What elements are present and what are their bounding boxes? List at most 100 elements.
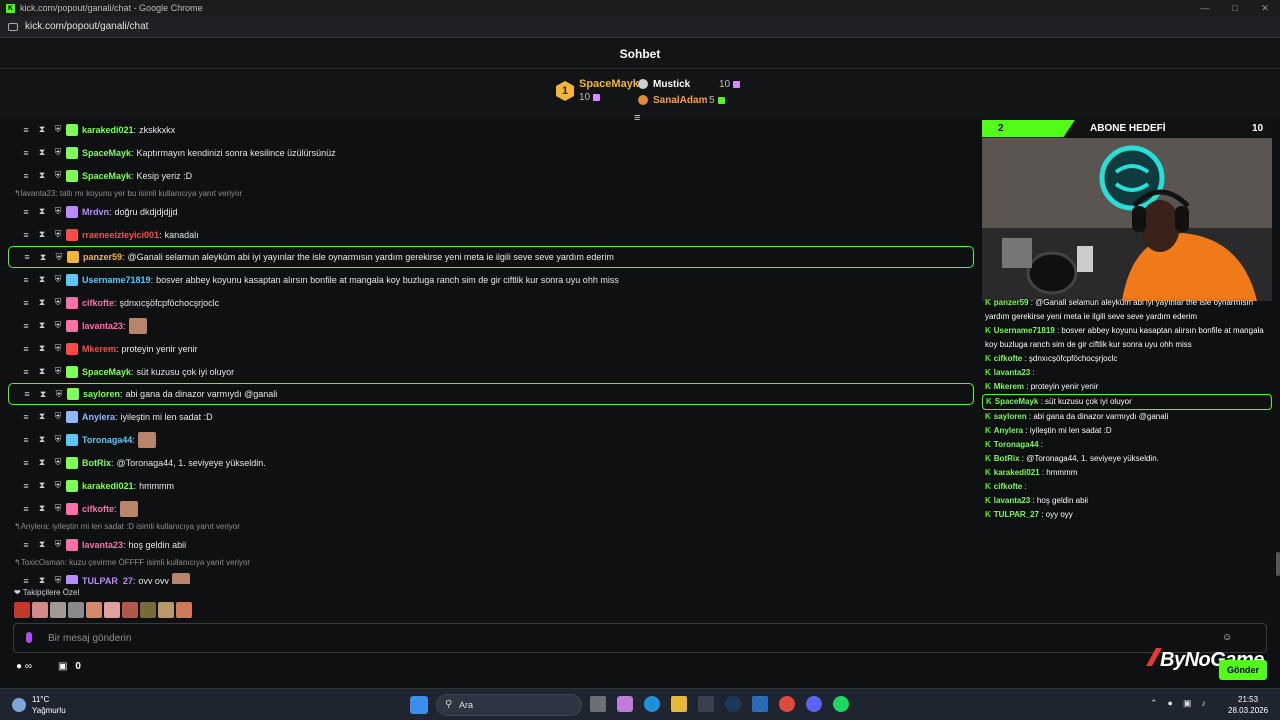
emote-icon[interactable]	[32, 602, 48, 618]
message-menu-icon[interactable]: ≡	[18, 125, 34, 135]
points-icon[interactable]: ● ∞	[16, 661, 32, 672]
chat-message[interactable]: ≡ ⧗ ⛨ Toronaga44:	[0, 428, 982, 451]
chevron-up-icon[interactable]: ⌃	[1150, 698, 1158, 709]
copilot-icon[interactable]	[617, 696, 633, 712]
timeout-icon[interactable]: ⧗	[34, 297, 50, 308]
emote-icon[interactable]	[50, 602, 66, 618]
chat-username[interactable]: lavanta23	[82, 540, 123, 550]
chat-message[interactable]: ≡ ⧗ ⛨ SpaceMayk: Kesip yeriz :D	[0, 164, 982, 187]
emote-icon[interactable]	[137, 431, 156, 448]
chat-message[interactable]: ≡ ⧗ ⛨ cifkofte: şdnxıcşöfcpföchocşrjoclc	[0, 291, 982, 314]
chat-username[interactable]: SpaceMayk	[82, 171, 131, 181]
chat-username[interactable]: Anylera	[82, 412, 115, 422]
mod-shield-icon[interactable]: ⛨	[51, 389, 67, 400]
message-menu-icon[interactable]: ≡	[18, 230, 34, 240]
gift-shop-icon[interactable]: ▣	[58, 661, 67, 672]
chat-message[interactable]: ≡ ⧗ ⛨ SpaceMayk: süt kuzusu çok iyi oluyor	[0, 360, 982, 383]
windows-start-icon[interactable]	[410, 696, 428, 714]
timeout-icon[interactable]: ⧗	[34, 343, 50, 354]
message-menu-icon[interactable]: ≡	[18, 148, 34, 158]
timeout-icon[interactable]: ⧗	[34, 457, 50, 468]
leaderboard-item[interactable]: Mustick 10	[638, 76, 741, 92]
message-menu-icon[interactable]: ≡	[19, 252, 35, 262]
chat-username[interactable]: cifkofte	[82, 298, 114, 308]
maximize-icon[interactable]: □	[1220, 0, 1250, 16]
site-info-icon[interactable]	[8, 22, 18, 31]
message-menu-icon[interactable]: ≡	[18, 367, 34, 377]
chat-username[interactable]: Mrdvn	[82, 207, 109, 217]
timeout-icon[interactable]: ⧗	[34, 320, 50, 331]
chat-message[interactable]: ≡ ⧗ ⛨ SpaceMayk: Kaptırmayın kendinizi sonra…	[0, 141, 982, 164]
mod-shield-icon[interactable]: ⛨	[50, 411, 66, 422]
timeout-icon[interactable]: ⧗	[34, 434, 50, 445]
scrollbar[interactable]	[1276, 552, 1280, 576]
chat-username[interactable]: BotRix	[82, 458, 111, 468]
chat-username[interactable]: panzer59	[83, 252, 122, 262]
address-bar[interactable]: kick.com/popout/ganali/chat	[0, 16, 1280, 38]
chat-message[interactable]: ≡ ⧗ ⛨ Mrdvn: doğru dkdjdjdjjd	[0, 200, 982, 223]
emote-icon[interactable]	[140, 602, 156, 618]
leaderboard-first[interactable]: 1 SpaceMayk 10	[556, 78, 639, 103]
chat-message[interactable]: ≡ ⧗ ⛨ lavanta23:	[0, 314, 982, 337]
mod-shield-icon[interactable]: ⛨	[50, 343, 66, 354]
mod-shield-icon[interactable]: ⛨	[50, 457, 66, 468]
timeout-icon[interactable]: ⧗	[34, 503, 50, 514]
message-menu-icon[interactable]: ≡	[18, 207, 34, 217]
chat-username[interactable]: TULPAR_27	[82, 576, 133, 585]
chat-message[interactable]: ≡ ⧗ ⛨ sayloren: abi gana da dinazor varmıydı…	[8, 383, 974, 405]
mod-shield-icon[interactable]: ⛨	[50, 320, 66, 331]
discord-icon[interactable]	[806, 696, 822, 712]
timeout-icon[interactable]: ⧗	[34, 480, 50, 491]
clock[interactable]: 21:53 28.03.2026	[1228, 694, 1268, 716]
timeout-icon[interactable]: ⧗	[34, 274, 50, 285]
message-input[interactable]: Bir mesaj gönderin	[13, 623, 1267, 653]
system-tray[interactable]: ⌃ ● ▣ ♪	[1150, 698, 1206, 709]
chat-message[interactable]: ≡ ⧗ ⛨ lavanta23: hoş geldin abii	[0, 533, 982, 556]
timeout-icon[interactable]: ⧗	[34, 124, 50, 135]
timeout-icon[interactable]: ⧗	[34, 411, 50, 422]
emote-icon[interactable]	[86, 602, 102, 618]
timeout-icon[interactable]: ⧗	[34, 229, 50, 240]
taskbar-search[interactable]: ⚲ Ara	[436, 694, 582, 716]
message-menu-icon[interactable]: ≡	[18, 275, 34, 285]
emote-icon[interactable]	[158, 602, 174, 618]
microphone-icon[interactable]	[26, 632, 32, 643]
message-menu-icon[interactable]: ≡	[18, 344, 34, 354]
message-menu-icon[interactable]: ≡	[18, 458, 34, 468]
emote-icon[interactable]	[171, 572, 190, 584]
mod-shield-icon[interactable]: ⛨	[50, 170, 66, 181]
mod-shield-icon[interactable]: ⛨	[50, 503, 66, 514]
weather-widget[interactable]: 11°C Yağmurlu	[12, 694, 66, 716]
message-menu-icon[interactable]: ≡	[19, 389, 35, 399]
emote-icon[interactable]	[176, 602, 192, 618]
reply-context[interactable]: ↰ ToxicOsman: kuzu çevirme ÖFFFF isimli …	[0, 556, 982, 569]
emote-icon[interactable]	[128, 317, 147, 334]
chat-username[interactable]: sayloren	[83, 389, 120, 399]
microphone-tray-icon[interactable]: ●	[1168, 698, 1173, 709]
mod-shield-icon[interactable]: ⛨	[50, 124, 66, 135]
close-icon[interactable]: ✕	[1250, 0, 1280, 16]
message-menu-icon[interactable]: ≡	[18, 504, 34, 514]
timeout-icon[interactable]: ⧗	[34, 147, 50, 158]
volume-icon[interactable]: ♪	[1202, 698, 1207, 709]
message-menu-icon[interactable]: ≡	[18, 298, 34, 308]
chat-username[interactable]: karakedi021	[82, 481, 134, 491]
store-icon[interactable]	[698, 696, 714, 712]
mod-shield-icon[interactable]: ⛨	[50, 274, 66, 285]
spotify-icon[interactable]	[833, 696, 849, 712]
chat-message[interactable]: ≡ ⧗ ⛨ rraeneeizleyici001: kanadalı	[0, 223, 982, 246]
mod-shield-icon[interactable]: ⛨	[50, 206, 66, 217]
chat-message[interactable]: ≡ ⧗ ⛨ karakedi021: zkskkxkx	[0, 118, 982, 141]
mail-icon[interactable]	[752, 696, 768, 712]
emote-icon[interactable]	[122, 602, 138, 618]
mod-shield-icon[interactable]: ⛨	[50, 229, 66, 240]
send-button[interactable]: Gönder	[1219, 660, 1267, 680]
emoji-icon[interactable]: ☺	[1222, 632, 1232, 643]
emote-icon[interactable]	[68, 602, 84, 618]
chat-message[interactable]: ≡ ⧗ ⛨ Anylera: iyileştin mi len sadat :D	[0, 405, 982, 428]
chat-username[interactable]: Username71819	[82, 275, 151, 285]
task-view-icon[interactable]	[590, 696, 606, 712]
mod-shield-icon[interactable]: ⛨	[50, 434, 66, 445]
chrome-icon[interactable]	[779, 696, 795, 712]
mod-shield-icon[interactable]: ⛨	[51, 252, 67, 263]
